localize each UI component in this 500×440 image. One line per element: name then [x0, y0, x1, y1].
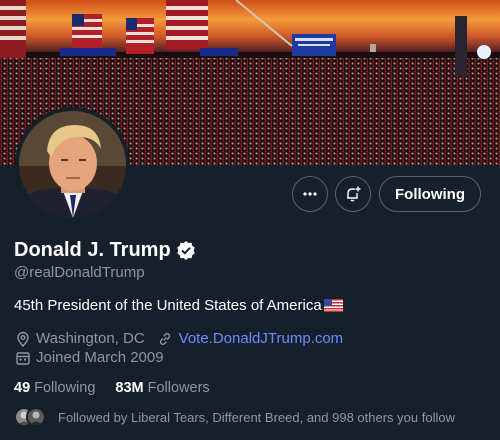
- profile-bio: 45th President of the United States of A…: [14, 297, 343, 314]
- profile-website[interactable]: Vote.DonaldJTrump.com: [157, 330, 344, 347]
- profile-page: Following Donald J. Trump @realDonaldTru…: [0, 0, 500, 440]
- bio-text: 45th President of the United States of A…: [14, 297, 322, 314]
- notifications-button[interactable]: [335, 176, 371, 212]
- location-text: Washington, DC: [36, 330, 145, 347]
- followed-by-avatars: [14, 407, 46, 427]
- followed-by-text: Followed by Liberal Tears, Different Bre…: [58, 409, 455, 425]
- location-pin-icon: [14, 330, 31, 347]
- us-flag-icon: [323, 299, 343, 312]
- following-label: Following: [34, 380, 96, 396]
- following-stat-link[interactable]: 49 Following: [14, 380, 95, 396]
- avatar: [26, 407, 46, 427]
- followers-stat-link[interactable]: 83M Followers: [115, 380, 209, 396]
- followers-label: Followers: [147, 380, 210, 396]
- profile-name-row: Donald J. Trump: [14, 238, 196, 262]
- following-count: 49: [14, 380, 31, 396]
- profile-handle: @realDonaldTrump: [14, 264, 145, 281]
- following-button[interactable]: Following: [379, 176, 481, 212]
- profile-joined-row: Joined March 2009: [14, 349, 164, 366]
- website-link[interactable]: Vote.DonaldJTrump.com: [179, 330, 344, 347]
- followed-by-row[interactable]: Followed by Liberal Tears, Different Bre…: [14, 407, 455, 427]
- calendar-icon: [14, 349, 31, 366]
- profile-name: Donald J. Trump: [14, 239, 171, 261]
- more-horizontal-icon: [303, 192, 317, 196]
- more-options-button[interactable]: [292, 176, 328, 212]
- follow-stats: 49 Following 83M Followers: [14, 380, 230, 396]
- verified-badge-icon: [176, 240, 196, 260]
- profile-meta-row: Washington, DC Vote.DonaldJTrump.com: [14, 330, 355, 347]
- link-icon: [157, 330, 174, 347]
- joined-text: Joined March 2009: [36, 349, 164, 366]
- bell-plus-icon: [347, 186, 361, 202]
- followers-count: 83M: [115, 380, 144, 396]
- profile-location: Washington, DC: [14, 330, 145, 347]
- profile-avatar[interactable]: [15, 107, 130, 222]
